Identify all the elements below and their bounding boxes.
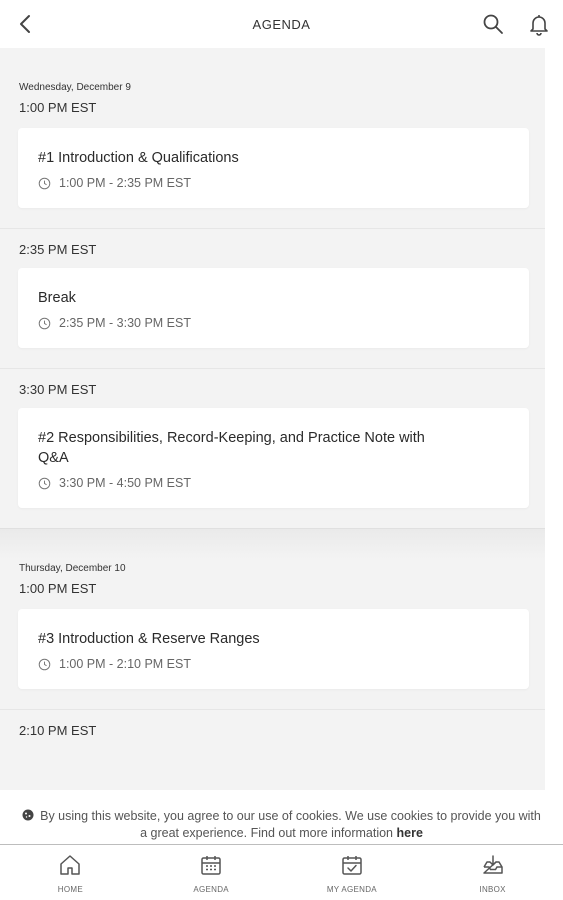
nav-label: MY AGENDA	[326, 885, 377, 894]
nav-my-agenda[interactable]: MY AGENDA	[282, 845, 423, 900]
slot-spacer	[0, 689, 545, 709]
time-slot: 2:10 PM EST	[0, 709, 545, 745]
nav-label: AGENDA	[193, 885, 229, 894]
time-slot: 3:30 PM EST #2 Responsibilities, Record-…	[0, 368, 545, 528]
session-time-range: 1:00 PM - 2:35 PM EST	[38, 176, 509, 190]
day-group: Thursday, December 10 1:00 PM EST #3 Int…	[0, 528, 545, 745]
nav-agenda[interactable]: AGENDA	[141, 845, 282, 900]
slot-spacer	[0, 508, 545, 528]
nav-home[interactable]: HOME	[0, 845, 141, 900]
clock-icon	[38, 317, 51, 329]
clock-icon	[38, 658, 51, 670]
nav-label: INBOX	[479, 885, 506, 894]
slot-time: 2:35 PM EST	[19, 241, 97, 257]
time-slot: 1:00 PM EST #3 Introduction & Reserve Ra…	[0, 573, 545, 709]
time-slot: 2:35 PM EST Break 2:35 PM - 3:30 PM EST	[0, 228, 545, 368]
top-app-bar: AGENDA	[0, 0, 563, 48]
session-range-text: 1:00 PM - 2:35 PM EST	[59, 176, 191, 190]
calendar-check-icon	[342, 856, 362, 875]
session-card[interactable]: #1 Introduction & Qualifications 1:00 PM…	[18, 128, 529, 208]
slot-time: 3:30 PM EST	[19, 381, 97, 397]
clock-icon	[38, 177, 51, 189]
day-group: Wednesday, December 9 1:00 PM EST #1 Int…	[0, 48, 545, 528]
clock-icon	[38, 477, 51, 489]
bottom-navigation: HOME AGENDA MY AGENDA INBOX	[0, 844, 563, 900]
search-icon[interactable]	[481, 12, 505, 36]
session-time-range: 1:00 PM - 2:10 PM EST	[38, 657, 509, 671]
slot-spacer	[0, 208, 545, 228]
inbox-icon	[482, 855, 503, 874]
page-title: AGENDA	[252, 17, 311, 32]
cookie-icon	[22, 809, 34, 821]
calendar-icon	[201, 856, 221, 875]
session-range-text: 2:35 PM - 3:30 PM EST	[59, 316, 191, 330]
bell-icon[interactable]	[527, 12, 551, 36]
nav-inbox[interactable]: INBOX	[422, 845, 563, 900]
slot-time: 1:00 PM EST	[19, 580, 97, 596]
slot-spacer	[0, 348, 545, 368]
session-range-text: 3:30 PM - 4:50 PM EST	[59, 476, 191, 490]
cookie-more-link[interactable]: here	[397, 826, 423, 840]
session-card[interactable]: #3 Introduction & Reserve Ranges 1:00 PM…	[18, 609, 529, 689]
agenda-list[interactable]: Wednesday, December 9 1:00 PM EST #1 Int…	[0, 48, 545, 790]
session-title: Break	[38, 290, 76, 306]
session-title: #3 Introduction & Reserve Ranges	[38, 631, 260, 647]
nav-label: HOME	[57, 885, 83, 894]
home-icon	[60, 855, 81, 875]
scrollbar[interactable]	[545, 48, 563, 790]
session-time-range: 2:35 PM - 3:30 PM EST	[38, 316, 509, 330]
cookie-banner: By using this website, you agree to our …	[0, 800, 563, 844]
cookie-text: By using this website, you agree to our …	[40, 809, 541, 840]
slot-time: 1:00 PM EST	[19, 99, 97, 115]
session-card[interactable]: Break 2:35 PM - 3:30 PM EST	[18, 268, 529, 348]
session-range-text: 1:00 PM - 2:10 PM EST	[59, 657, 191, 671]
time-slot: 1:00 PM EST #1 Introduction & Qualificat…	[0, 92, 545, 228]
session-title: #2 Responsibilities, Record-Keeping, and…	[38, 430, 425, 466]
session-title: #1 Introduction & Qualifications	[38, 150, 239, 166]
session-card[interactable]: #2 Responsibilities, Record-Keeping, and…	[18, 408, 529, 508]
slot-time: 2:10 PM EST	[19, 722, 97, 738]
session-time-range: 3:30 PM - 4:50 PM EST	[38, 476, 509, 490]
